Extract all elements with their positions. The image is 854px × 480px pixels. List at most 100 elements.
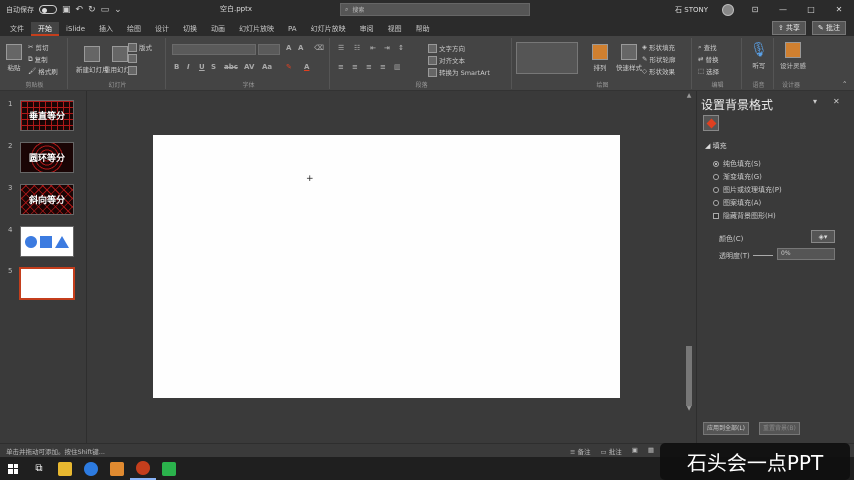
align-text-button[interactable]: 对齐文本 xyxy=(428,55,465,65)
undo-icon[interactable]: ↶ xyxy=(76,5,84,15)
indent-icon[interactable]: ⇤ xyxy=(370,44,376,52)
radio-pattern[interactable] xyxy=(713,200,719,206)
reset-slide-button[interactable] xyxy=(128,54,137,63)
present-icon[interactable]: ▭ xyxy=(101,5,110,15)
select-button[interactable]: ⬚ 选择 xyxy=(698,66,719,76)
shape-outline-button[interactable]: ✎ 形状轮廓 xyxy=(642,54,675,64)
tab-slideshow[interactable]: 幻灯片放映 xyxy=(232,22,281,36)
status-comments-button[interactable]: ▭ 批注 xyxy=(601,446,622,456)
search-box[interactable]: ⌕ 搜索 xyxy=(340,3,530,16)
tab-review[interactable]: 审阅 xyxy=(353,22,381,36)
transparency-slider[interactable] xyxy=(753,255,773,256)
grow-font-icon[interactable]: A xyxy=(286,44,291,52)
tab-transitions[interactable]: 切换 xyxy=(176,22,204,36)
hide-background-graphics[interactable]: 隐藏背景图形(H) xyxy=(713,211,776,221)
outdent-icon[interactable]: ⇥ xyxy=(384,44,390,52)
align-center-icon[interactable]: ≡ xyxy=(352,63,358,71)
shadow-icon[interactable]: S xyxy=(211,63,216,71)
current-slide[interactable]: + xyxy=(153,135,620,398)
highlight-icon[interactable]: ✎ xyxy=(286,63,292,71)
strikethrough-icon[interactable]: abc xyxy=(224,63,238,71)
arrange-button[interactable]: 排列 xyxy=(592,44,608,72)
radio-gradient[interactable] xyxy=(713,174,719,180)
app-green-button[interactable] xyxy=(156,457,182,480)
scroll-up-icon[interactable]: ▲ xyxy=(685,92,693,99)
save-icon[interactable]: ▣ xyxy=(62,5,71,15)
shape-effects-button[interactable]: ◇ 形状效果 xyxy=(642,66,675,76)
start-button[interactable] xyxy=(0,457,26,480)
normal-view-icon[interactable]: ▣ xyxy=(632,446,638,456)
clear-format-icon[interactable]: ⌫ xyxy=(314,44,324,52)
slide-thumbnail-3[interactable]: 3 斜向等分 xyxy=(0,184,87,218)
slide-thumbnail-1[interactable]: 1 垂直等分 xyxy=(0,100,87,134)
picture-fill-option[interactable]: 图片或纹理填充(P) xyxy=(713,185,782,195)
copy-button[interactable]: ⧉ 复制 xyxy=(28,54,48,65)
canvas-scrollbar[interactable]: ▲ ▼ xyxy=(685,91,693,415)
sorter-view-icon[interactable]: ▦ xyxy=(648,446,654,456)
hide-graphics-checkbox[interactable] xyxy=(713,213,719,219)
apply-to-all-button[interactable]: 应用到全部(L) xyxy=(703,422,750,435)
solid-fill-option[interactable]: 纯色填充(S) xyxy=(713,159,761,169)
slide-thumbnail-5[interactable]: 5 xyxy=(0,267,87,301)
layout-button[interactable]: 版式 xyxy=(128,42,152,52)
app-orange-button[interactable] xyxy=(104,457,130,480)
tab-draw[interactable]: 绘图 xyxy=(120,22,148,36)
powerpoint-button[interactable] xyxy=(130,457,156,480)
transparency-input[interactable]: 0% xyxy=(777,248,835,260)
reset-background-button[interactable]: 重置背景(B) xyxy=(759,422,800,435)
text-direction-button[interactable]: 文字方向 xyxy=(428,43,465,53)
font-size-select[interactable] xyxy=(258,44,280,55)
file-explorer-button[interactable] xyxy=(52,457,78,480)
align-right-icon[interactable]: ≡ xyxy=(366,63,372,71)
change-case-icon[interactable]: Aa xyxy=(262,63,272,71)
tab-animations[interactable]: 动画 xyxy=(204,22,232,36)
tab-insert[interactable]: 插入 xyxy=(92,22,120,36)
section-button[interactable] xyxy=(128,66,137,75)
line-spacing-icon[interactable]: ↕ xyxy=(398,44,404,52)
notes-button[interactable]: ≡ 备注 xyxy=(570,446,591,456)
shapes-gallery[interactable] xyxy=(516,42,578,74)
fill-section-header[interactable]: ◢ 填充 xyxy=(705,141,727,151)
ribbon-display-icon[interactable]: ⊡ xyxy=(748,5,762,14)
tab-design[interactable]: 设计 xyxy=(148,22,176,36)
autosave-toggle[interactable] xyxy=(39,5,57,14)
restore-icon[interactable]: □ xyxy=(804,5,818,14)
design-ideas-button[interactable]: 设计灵感 xyxy=(780,42,806,70)
scrollbar-thumb[interactable] xyxy=(686,346,692,406)
share-button[interactable]: ⇪ 共享 xyxy=(771,21,806,35)
scroll-down-icon[interactable]: ▼ xyxy=(685,405,693,412)
bold-icon[interactable]: B xyxy=(174,63,179,71)
quick-styles-button[interactable]: 快速样式 xyxy=(616,44,642,72)
paste-button[interactable]: 粘贴 xyxy=(6,44,22,72)
tab-home[interactable]: 开始 xyxy=(31,22,59,36)
underline-icon[interactable]: U xyxy=(199,63,205,71)
tab-slideshow-2[interactable]: 幻灯片放映 xyxy=(304,22,353,36)
justify-icon[interactable]: ≡ xyxy=(380,63,386,71)
app-l-button[interactable] xyxy=(78,457,104,480)
numbering-icon[interactable]: ☷ xyxy=(354,44,360,52)
tab-help[interactable]: 帮助 xyxy=(409,22,437,36)
shrink-font-icon[interactable]: A xyxy=(298,44,303,52)
pane-options-icon[interactable]: ▾ xyxy=(813,97,817,106)
gradient-fill-option[interactable]: 渐变填充(G) xyxy=(713,172,762,182)
shape-fill-button[interactable]: ◈ 形状填充 xyxy=(642,42,675,52)
slide-thumbnail-2[interactable]: 2 圆环等分 xyxy=(0,142,87,176)
columns-icon[interactable]: ▥ xyxy=(394,63,401,71)
italic-icon[interactable]: I xyxy=(187,63,190,71)
tab-pa[interactable]: PA xyxy=(281,22,304,36)
pattern-fill-option[interactable]: 图案填充(A) xyxy=(713,198,761,208)
pane-scrollbar[interactable] xyxy=(846,93,853,417)
radio-picture[interactable] xyxy=(713,187,719,193)
redo-icon[interactable]: ↻ xyxy=(88,5,96,15)
task-view-button[interactable]: ⧉ xyxy=(26,457,52,480)
user-name[interactable]: 石 STONY xyxy=(675,5,708,15)
comments-button[interactable]: ✎ 批注 xyxy=(811,21,846,35)
tab-file[interactable]: 文件 xyxy=(3,22,31,36)
align-left-icon[interactable]: ≡ xyxy=(338,63,344,71)
close-icon[interactable]: ✕ xyxy=(832,5,846,14)
font-color-icon[interactable]: A xyxy=(304,63,309,71)
slide-thumbnail-4[interactable]: 4 xyxy=(0,226,87,260)
customize-qat-icon[interactable]: ⌄ xyxy=(114,5,122,15)
collapse-ribbon-icon[interactable]: ⌃ xyxy=(842,80,847,88)
smartart-button[interactable]: 转换为 SmartArt xyxy=(428,67,490,77)
